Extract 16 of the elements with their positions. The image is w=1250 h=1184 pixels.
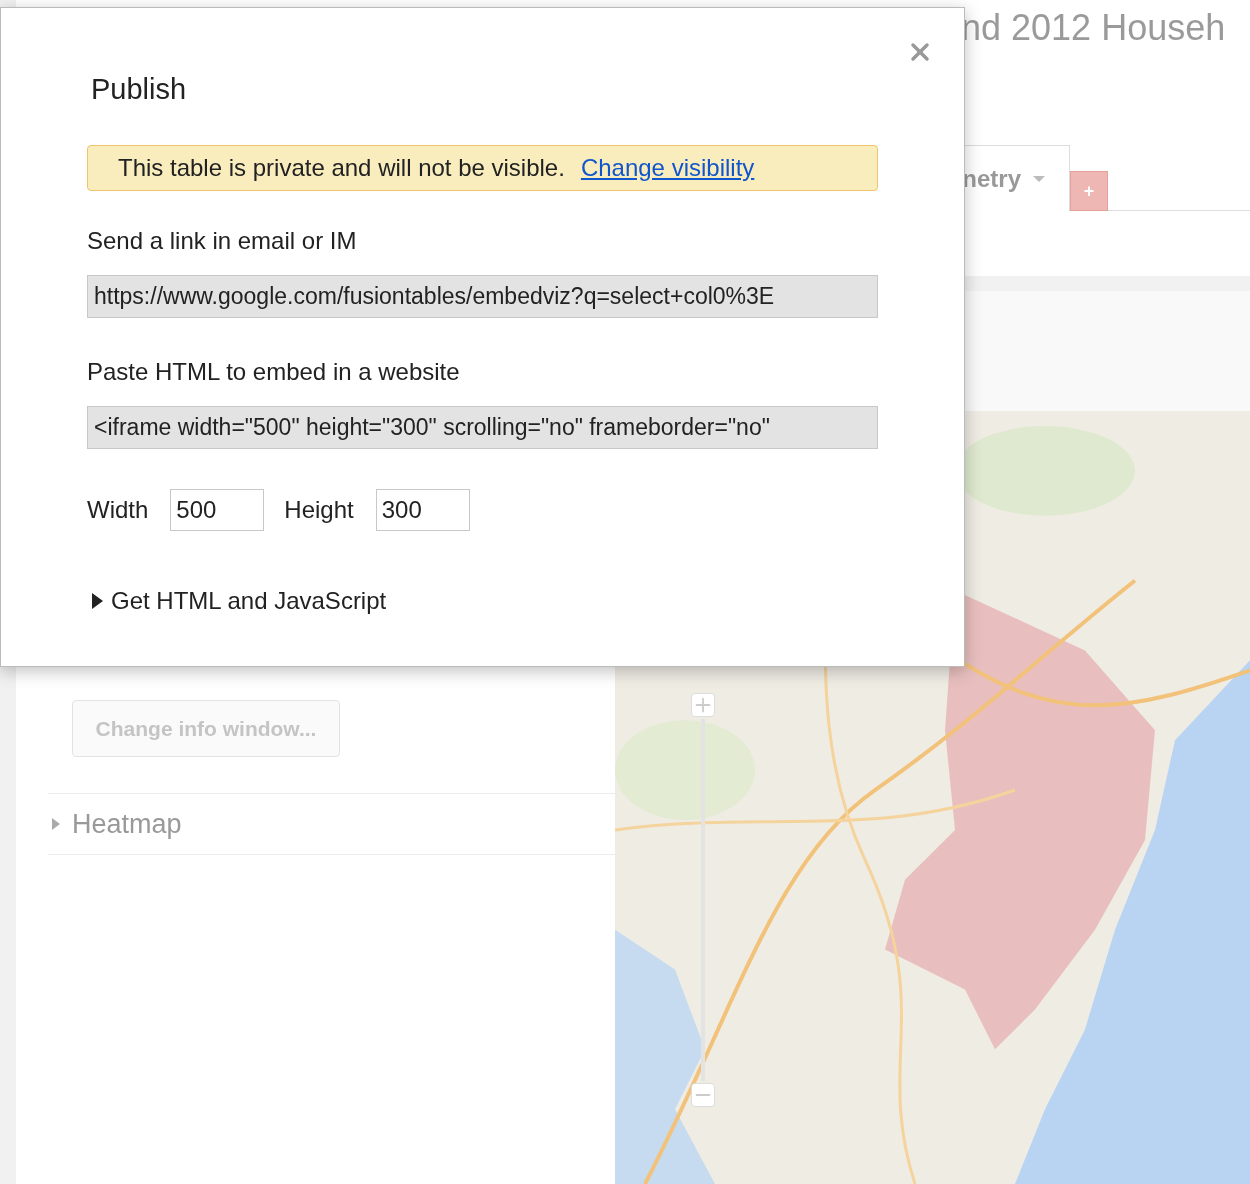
zoom-in-icon[interactable]: [691, 693, 715, 717]
section-title: Heatmap: [72, 807, 182, 841]
height-label: Height: [284, 494, 354, 525]
width-label: Width: [87, 494, 149, 525]
change-visibility-link[interactable]: Change visibility: [580, 149, 755, 186]
embed-code-field[interactable]: <iframe width="500" height="300" scrolling="no" frameborder="no": [87, 405, 878, 449]
dialog-title: Publish: [91, 72, 188, 107]
link-label: Send a link in email or IM: [87, 225, 358, 256]
height-field[interactable]: 300: [375, 488, 470, 531]
embed-label: Paste HTML to embed in a website: [87, 356, 461, 387]
link-field[interactable]: https://www.google.com/fusiontables/embedviz?q=select+col0%3E: [87, 274, 878, 318]
notice-text: This table is private and will not be visible.: [118, 152, 565, 183]
zoom-out-icon[interactable]: [691, 1083, 715, 1107]
width-field[interactable]: 500: [170, 488, 265, 531]
caret-icon: [1033, 175, 1045, 182]
get-html-expander[interactable]: Get HTML and JavaScript: [92, 582, 387, 619]
